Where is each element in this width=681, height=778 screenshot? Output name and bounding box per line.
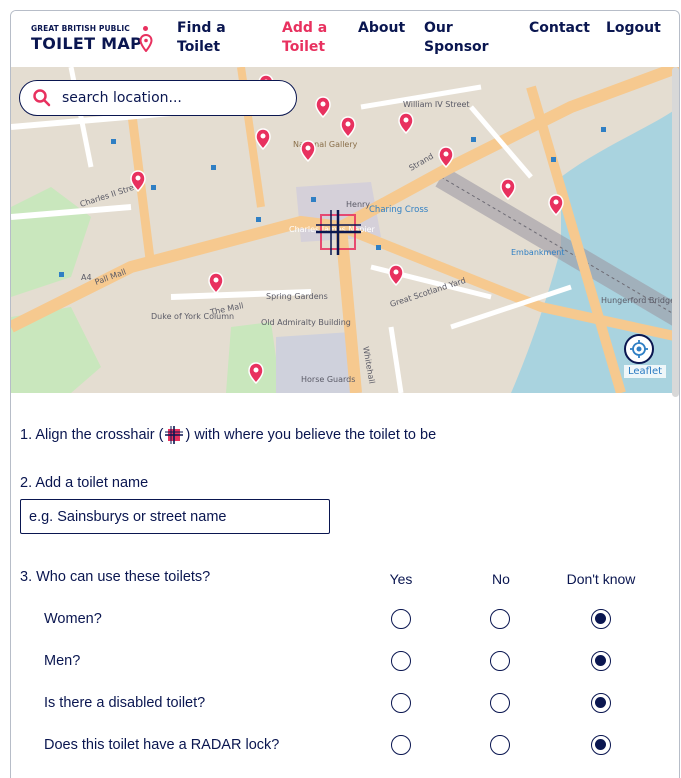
step-1-instruction: 1. Align the crosshair ( ) with where you… (20, 426, 436, 444)
men-no-radio[interactable] (490, 651, 510, 671)
map-label-a4: A4 (81, 273, 92, 282)
search-location-input[interactable] (62, 90, 272, 106)
step-1-text-before: 1. Align the crosshair ( (20, 426, 164, 443)
locate-me-button[interactable] (624, 334, 654, 364)
logo-subtitle: GREAT BRITISH PUBLIC (31, 24, 130, 33)
nav-find-toilet[interactable]: Find a Toilet (177, 19, 226, 57)
header: GREAT BRITISH PUBLIC TOILET MAP Find a T… (11, 11, 679, 67)
app-frame: GREAT BRITISH PUBLIC TOILET MAP Find a T… (10, 10, 680, 778)
nav-our-sponsor[interactable]: Our Sponsor (424, 19, 489, 57)
map-label-duke-of-york: Duke of York Column (151, 312, 234, 321)
radar-no-radio[interactable] (490, 735, 510, 755)
map-label-spring-gardens: Spring Gardens (266, 292, 328, 301)
question-disabled: Is there a disabled toilet? (44, 695, 206, 711)
scrollbar[interactable] (672, 67, 679, 397)
map-label-horse-guards: Horse Guards (301, 375, 355, 384)
map-pin-icon (139, 34, 153, 52)
men-dont-know-radio[interactable] (591, 651, 611, 671)
radar-yes-radio[interactable] (391, 735, 411, 755)
logo-title: TOILET MAP (31, 34, 143, 53)
men-yes-radio[interactable] (391, 651, 411, 671)
nav-find-line2: Toilet (177, 39, 221, 55)
search-icon (33, 89, 51, 107)
logo-dot-icon (143, 26, 148, 31)
nav-sponsor-line2: Sponsor (424, 39, 489, 55)
women-no-radio[interactable] (490, 609, 510, 629)
map-label-old-admiralty: Old Admiralty Building (261, 318, 351, 327)
map-label-william-iv: William IV Street (403, 100, 470, 109)
column-yes: Yes (389, 571, 413, 587)
column-dont-know: Don't know (566, 571, 636, 587)
question-women: Women? (44, 611, 102, 627)
map-label-embankment: Embankment (511, 248, 564, 257)
women-yes-radio[interactable] (391, 609, 411, 629)
question-men: Men? (44, 653, 81, 669)
nav-add-line1: Add a (282, 20, 328, 36)
map-label-henry: Henry (346, 200, 370, 209)
step-1-text-after: ) with where you believe the toilet to b… (185, 426, 437, 443)
women-dont-know-radio[interactable] (591, 609, 611, 629)
site-logo[interactable]: GREAT BRITISH PUBLIC TOILET MAP (31, 24, 171, 60)
question-radar-lock: Does this toilet have a RADAR lock? (44, 737, 280, 753)
search-bar (19, 80, 297, 116)
nav-add-line2: Toilet (282, 39, 326, 55)
disabled-yes-radio[interactable] (391, 693, 411, 713)
nav-find-line1: Find a (177, 20, 226, 36)
nav-about[interactable]: About (358, 19, 405, 38)
map-label-hungerford: Hungerford Bridge (601, 296, 675, 305)
nav-add-toilet[interactable]: Add a Toilet (282, 19, 327, 57)
nav-logout[interactable]: Logout (606, 19, 661, 38)
radar-dont-know-radio[interactable] (591, 735, 611, 755)
leaflet-attribution-link[interactable]: Leaflet (624, 365, 667, 378)
crosshair-mini-icon (165, 426, 184, 444)
column-no: No (492, 571, 510, 587)
disabled-dont-know-radio[interactable] (591, 693, 611, 713)
nav-sponsor-line1: Our (424, 20, 453, 36)
toilet-name-input[interactable] (20, 499, 330, 534)
step-2-label: 2. Add a toilet name (20, 475, 149, 491)
step-3-label: 3. Who can use these toilets? (20, 569, 211, 585)
map-view[interactable]: National Gallery William IV Street Chari… (11, 67, 679, 393)
nav-contact[interactable]: Contact (529, 19, 590, 38)
disabled-no-radio[interactable] (490, 693, 510, 713)
locate-crosshair-icon (630, 340, 648, 358)
map-label-charing-cross: Charing Cross (369, 205, 429, 215)
